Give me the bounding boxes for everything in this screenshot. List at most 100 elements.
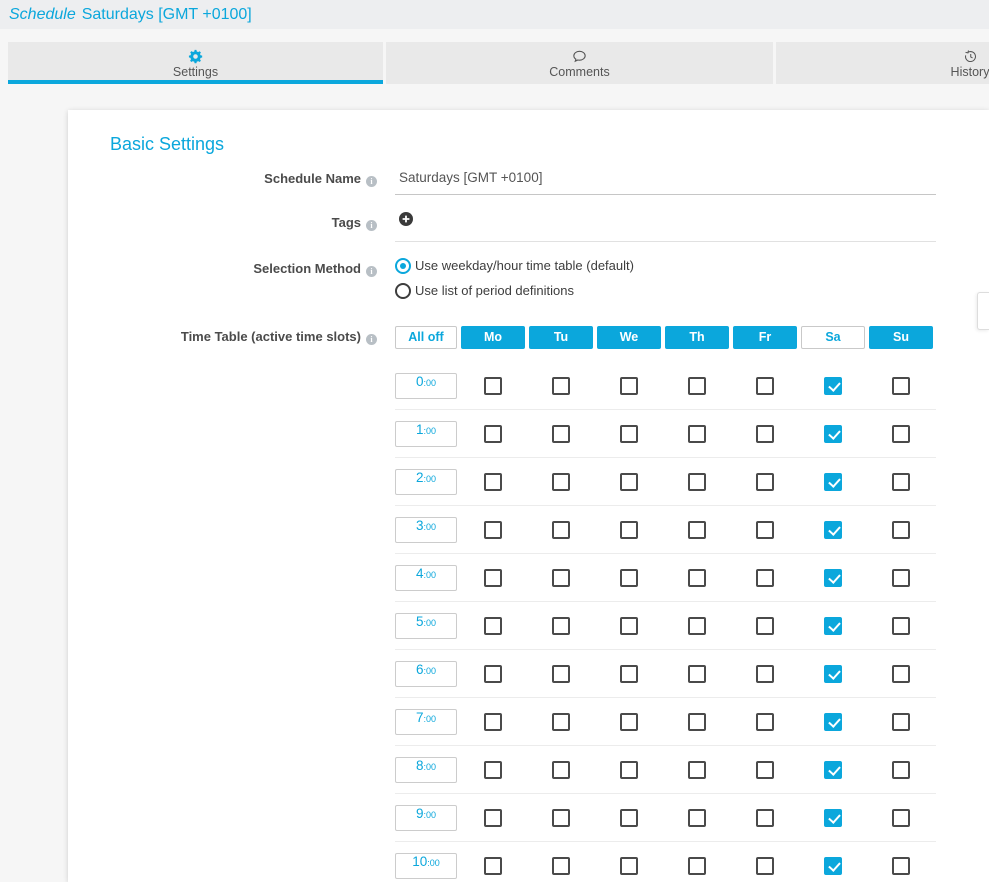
timeslot-checkbox-mo-400[interactable]: [484, 569, 502, 587]
info-icon[interactable]: i: [366, 334, 377, 345]
info-icon[interactable]: i: [366, 220, 377, 231]
timeslot-checkbox-su-300[interactable]: [892, 521, 910, 539]
timeslot-checkbox-su-500[interactable]: [892, 617, 910, 635]
timeslot-checkbox-tu-600[interactable]: [552, 665, 570, 683]
timeslot-checkbox-we-500[interactable]: [620, 617, 638, 635]
timeslot-checkbox-mo-700[interactable]: [484, 713, 502, 731]
timeslot-checkbox-sa-000[interactable]: [824, 377, 842, 395]
timeslot-checkbox-mo-000[interactable]: [484, 377, 502, 395]
tab-history[interactable]: History: [776, 42, 989, 84]
tab-settings[interactable]: Settings: [8, 42, 383, 84]
timeslot-checkbox-th-000[interactable]: [688, 377, 706, 395]
timeslot-checkbox-th-500[interactable]: [688, 617, 706, 635]
timeslot-checkbox-su-600[interactable]: [892, 665, 910, 683]
timeslot-checkbox-su-100[interactable]: [892, 425, 910, 443]
day-header-button-su[interactable]: Su: [869, 326, 933, 349]
timeslot-checkbox-sa-600[interactable]: [824, 665, 842, 683]
time-slot-button[interactable]: 2:00: [395, 469, 457, 495]
timeslot-checkbox-su-000[interactable]: [892, 377, 910, 395]
timeslot-checkbox-fr-500[interactable]: [756, 617, 774, 635]
timeslot-checkbox-we-600[interactable]: [620, 665, 638, 683]
timeslot-checkbox-th-300[interactable]: [688, 521, 706, 539]
timeslot-checkbox-mo-800[interactable]: [484, 761, 502, 779]
timeslot-checkbox-sa-1000[interactable]: [824, 857, 842, 875]
timeslot-checkbox-mo-900[interactable]: [484, 809, 502, 827]
timeslot-checkbox-fr-900[interactable]: [756, 809, 774, 827]
time-slot-button[interactable]: 7:00: [395, 709, 457, 735]
timeslot-checkbox-sa-900[interactable]: [824, 809, 842, 827]
day-header-button-mo[interactable]: Mo: [461, 326, 525, 349]
timeslot-checkbox-tu-1000[interactable]: [552, 857, 570, 875]
timeslot-checkbox-we-400[interactable]: [620, 569, 638, 587]
timeslot-checkbox-su-700[interactable]: [892, 713, 910, 731]
radio-button[interactable]: [395, 258, 411, 274]
side-panel-handle[interactable]: [977, 292, 989, 330]
day-header-button-th[interactable]: Th: [665, 326, 729, 349]
timeslot-checkbox-fr-300[interactable]: [756, 521, 774, 539]
timeslot-checkbox-tu-700[interactable]: [552, 713, 570, 731]
timeslot-checkbox-mo-600[interactable]: [484, 665, 502, 683]
timeslot-checkbox-we-800[interactable]: [620, 761, 638, 779]
radio-option[interactable]: Use weekday/hour time table (default): [395, 258, 936, 274]
timeslot-checkbox-sa-500[interactable]: [824, 617, 842, 635]
timeslot-checkbox-we-900[interactable]: [620, 809, 638, 827]
timeslot-checkbox-we-000[interactable]: [620, 377, 638, 395]
timeslot-checkbox-mo-200[interactable]: [484, 473, 502, 491]
timeslot-checkbox-th-100[interactable]: [688, 425, 706, 443]
timeslot-checkbox-th-900[interactable]: [688, 809, 706, 827]
timeslot-checkbox-su-200[interactable]: [892, 473, 910, 491]
info-icon[interactable]: i: [366, 266, 377, 277]
time-slot-button[interactable]: 6:00: [395, 661, 457, 687]
time-slot-button[interactable]: 5:00: [395, 613, 457, 639]
timeslot-checkbox-sa-200[interactable]: [824, 473, 842, 491]
timeslot-checkbox-we-300[interactable]: [620, 521, 638, 539]
timeslot-checkbox-we-1000[interactable]: [620, 857, 638, 875]
timeslot-checkbox-fr-700[interactable]: [756, 713, 774, 731]
timeslot-checkbox-we-700[interactable]: [620, 713, 638, 731]
timeslot-checkbox-sa-400[interactable]: [824, 569, 842, 587]
timeslot-checkbox-th-1000[interactable]: [688, 857, 706, 875]
timeslot-checkbox-tu-100[interactable]: [552, 425, 570, 443]
timeslot-checkbox-we-200[interactable]: [620, 473, 638, 491]
day-header-button-we[interactable]: We: [597, 326, 661, 349]
time-slot-button[interactable]: 8:00: [395, 757, 457, 783]
add-tag-button[interactable]: [399, 212, 413, 226]
timeslot-checkbox-fr-800[interactable]: [756, 761, 774, 779]
timeslot-checkbox-fr-1000[interactable]: [756, 857, 774, 875]
timeslot-checkbox-su-900[interactable]: [892, 809, 910, 827]
timeslot-checkbox-tu-800[interactable]: [552, 761, 570, 779]
timeslot-checkbox-sa-700[interactable]: [824, 713, 842, 731]
timeslot-checkbox-mo-1000[interactable]: [484, 857, 502, 875]
timeslot-checkbox-fr-000[interactable]: [756, 377, 774, 395]
timeslot-checkbox-tu-500[interactable]: [552, 617, 570, 635]
timeslot-checkbox-fr-400[interactable]: [756, 569, 774, 587]
timeslot-checkbox-we-100[interactable]: [620, 425, 638, 443]
timeslot-checkbox-tu-000[interactable]: [552, 377, 570, 395]
time-slot-button[interactable]: 1:00: [395, 421, 457, 447]
tab-comments[interactable]: Comments: [386, 42, 773, 84]
timeslot-checkbox-fr-600[interactable]: [756, 665, 774, 683]
all-off-button[interactable]: All off: [395, 326, 457, 349]
day-header-button-tu[interactable]: Tu: [529, 326, 593, 349]
timeslot-checkbox-mo-300[interactable]: [484, 521, 502, 539]
timeslot-checkbox-tu-200[interactable]: [552, 473, 570, 491]
info-icon[interactable]: i: [366, 176, 377, 187]
timeslot-checkbox-fr-100[interactable]: [756, 425, 774, 443]
timeslot-checkbox-mo-500[interactable]: [484, 617, 502, 635]
time-slot-button[interactable]: 4:00: [395, 565, 457, 591]
timeslot-checkbox-th-600[interactable]: [688, 665, 706, 683]
timeslot-checkbox-tu-300[interactable]: [552, 521, 570, 539]
timeslot-checkbox-sa-100[interactable]: [824, 425, 842, 443]
day-header-button-fr[interactable]: Fr: [733, 326, 797, 349]
timeslot-checkbox-tu-400[interactable]: [552, 569, 570, 587]
timeslot-checkbox-mo-100[interactable]: [484, 425, 502, 443]
timeslot-checkbox-th-700[interactable]: [688, 713, 706, 731]
timeslot-checkbox-th-200[interactable]: [688, 473, 706, 491]
radio-button[interactable]: [395, 283, 411, 299]
timeslot-checkbox-su-1000[interactable]: [892, 857, 910, 875]
timeslot-checkbox-th-800[interactable]: [688, 761, 706, 779]
timeslot-checkbox-fr-200[interactable]: [756, 473, 774, 491]
timeslot-checkbox-th-400[interactable]: [688, 569, 706, 587]
timeslot-checkbox-sa-300[interactable]: [824, 521, 842, 539]
time-slot-button[interactable]: 0:00: [395, 373, 457, 399]
